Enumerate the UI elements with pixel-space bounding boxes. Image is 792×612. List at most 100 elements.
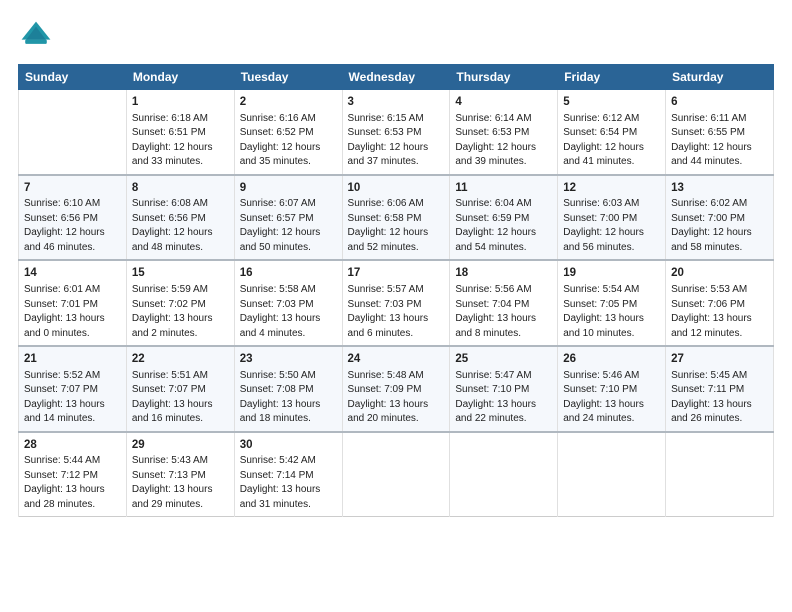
day-info: Sunrise: 5:47 AM Sunset: 7:10 PM Dayligh…: [455, 369, 552, 427]
day-info: Sunrise: 5:42 AM Sunset: 7:14 PM Dayligh…: [240, 454, 337, 512]
day-number: 8: [132, 180, 229, 197]
day-info: Sunrise: 6:03 AM Sunset: 7:00 PM Dayligh…: [563, 197, 660, 255]
day-info: Sunrise: 5:58 AM Sunset: 7:03 PM Dayligh…: [240, 283, 337, 341]
day-info: Sunrise: 5:50 AM Sunset: 7:08 PM Dayligh…: [240, 369, 337, 427]
calendar-cell: 23Sunrise: 5:50 AM Sunset: 7:08 PM Dayli…: [234, 346, 342, 432]
calendar-week-5: 28Sunrise: 5:44 AM Sunset: 7:12 PM Dayli…: [19, 432, 774, 517]
day-info: Sunrise: 5:43 AM Sunset: 7:13 PM Dayligh…: [132, 454, 229, 512]
day-number: 26: [563, 351, 660, 368]
cell-content: 5Sunrise: 6:12 AM Sunset: 6:54 PM Daylig…: [563, 94, 660, 170]
day-number: 10: [348, 180, 445, 197]
calendar-cell: 25Sunrise: 5:47 AM Sunset: 7:10 PM Dayli…: [450, 346, 558, 432]
cell-content: 17Sunrise: 5:57 AM Sunset: 7:03 PM Dayli…: [348, 265, 445, 341]
calendar-cell: 8Sunrise: 6:08 AM Sunset: 6:56 PM Daylig…: [126, 175, 234, 261]
calendar-cell: 15Sunrise: 5:59 AM Sunset: 7:02 PM Dayli…: [126, 260, 234, 346]
calendar-cell: 16Sunrise: 5:58 AM Sunset: 7:03 PM Dayli…: [234, 260, 342, 346]
day-number: 12: [563, 180, 660, 197]
cell-content: 6Sunrise: 6:11 AM Sunset: 6:55 PM Daylig…: [671, 94, 768, 170]
cell-content: 28Sunrise: 5:44 AM Sunset: 7:12 PM Dayli…: [24, 437, 121, 513]
day-number: 9: [240, 180, 337, 197]
calendar-cell: 14Sunrise: 6:01 AM Sunset: 7:01 PM Dayli…: [19, 260, 127, 346]
calendar-week-3: 14Sunrise: 6:01 AM Sunset: 7:01 PM Dayli…: [19, 260, 774, 346]
cell-content: 27Sunrise: 5:45 AM Sunset: 7:11 PM Dayli…: [671, 351, 768, 427]
day-info: Sunrise: 6:14 AM Sunset: 6:53 PM Dayligh…: [455, 112, 552, 170]
day-number: 21: [24, 351, 121, 368]
calendar-cell: 12Sunrise: 6:03 AM Sunset: 7:00 PM Dayli…: [558, 175, 666, 261]
day-number: 27: [671, 351, 768, 368]
cell-content: 11Sunrise: 6:04 AM Sunset: 6:59 PM Dayli…: [455, 180, 552, 256]
calendar-cell: 2Sunrise: 6:16 AM Sunset: 6:52 PM Daylig…: [234, 90, 342, 175]
calendar-week-1: 1Sunrise: 6:18 AM Sunset: 6:51 PM Daylig…: [19, 90, 774, 175]
day-number: 4: [455, 94, 552, 111]
logo-icon: [18, 18, 54, 54]
day-info: Sunrise: 6:07 AM Sunset: 6:57 PM Dayligh…: [240, 197, 337, 255]
calendar-cell: 1Sunrise: 6:18 AM Sunset: 6:51 PM Daylig…: [126, 90, 234, 175]
calendar-cell: 18Sunrise: 5:56 AM Sunset: 7:04 PM Dayli…: [450, 260, 558, 346]
day-info: Sunrise: 5:46 AM Sunset: 7:10 PM Dayligh…: [563, 369, 660, 427]
cell-content: 10Sunrise: 6:06 AM Sunset: 6:58 PM Dayli…: [348, 180, 445, 256]
day-number: 14: [24, 265, 121, 282]
calendar-cell: 5Sunrise: 6:12 AM Sunset: 6:54 PM Daylig…: [558, 90, 666, 175]
day-info: Sunrise: 5:56 AM Sunset: 7:04 PM Dayligh…: [455, 283, 552, 341]
cell-content: 14Sunrise: 6:01 AM Sunset: 7:01 PM Dayli…: [24, 265, 121, 341]
day-info: Sunrise: 6:12 AM Sunset: 6:54 PM Dayligh…: [563, 112, 660, 170]
cell-content: 20Sunrise: 5:53 AM Sunset: 7:06 PM Dayli…: [671, 265, 768, 341]
day-number: 15: [132, 265, 229, 282]
header-day-sunday: Sunday: [19, 65, 127, 90]
cell-content: 24Sunrise: 5:48 AM Sunset: 7:09 PM Dayli…: [348, 351, 445, 427]
day-info: Sunrise: 6:08 AM Sunset: 6:56 PM Dayligh…: [132, 197, 229, 255]
cell-content: 22Sunrise: 5:51 AM Sunset: 7:07 PM Dayli…: [132, 351, 229, 427]
calendar-cell: [19, 90, 127, 175]
calendar-cell: [666, 432, 774, 517]
day-number: 29: [132, 437, 229, 454]
day-number: 18: [455, 265, 552, 282]
logo: [18, 18, 58, 54]
cell-content: 25Sunrise: 5:47 AM Sunset: 7:10 PM Dayli…: [455, 351, 552, 427]
day-info: Sunrise: 6:06 AM Sunset: 6:58 PM Dayligh…: [348, 197, 445, 255]
header-day-friday: Friday: [558, 65, 666, 90]
day-info: Sunrise: 6:11 AM Sunset: 6:55 PM Dayligh…: [671, 112, 768, 170]
cell-content: 4Sunrise: 6:14 AM Sunset: 6:53 PM Daylig…: [455, 94, 552, 170]
cell-content: 13Sunrise: 6:02 AM Sunset: 7:00 PM Dayli…: [671, 180, 768, 256]
cell-content: 2Sunrise: 6:16 AM Sunset: 6:52 PM Daylig…: [240, 94, 337, 170]
day-number: 25: [455, 351, 552, 368]
day-info: Sunrise: 6:16 AM Sunset: 6:52 PM Dayligh…: [240, 112, 337, 170]
day-number: 2: [240, 94, 337, 111]
cell-content: 18Sunrise: 5:56 AM Sunset: 7:04 PM Dayli…: [455, 265, 552, 341]
cell-content: 12Sunrise: 6:03 AM Sunset: 7:00 PM Dayli…: [563, 180, 660, 256]
day-number: 16: [240, 265, 337, 282]
calendar-cell: 17Sunrise: 5:57 AM Sunset: 7:03 PM Dayli…: [342, 260, 450, 346]
day-info: Sunrise: 6:02 AM Sunset: 7:00 PM Dayligh…: [671, 197, 768, 255]
calendar-cell: 22Sunrise: 5:51 AM Sunset: 7:07 PM Dayli…: [126, 346, 234, 432]
calendar-week-2: 7Sunrise: 6:10 AM Sunset: 6:56 PM Daylig…: [19, 175, 774, 261]
header: [18, 18, 774, 54]
day-number: 11: [455, 180, 552, 197]
cell-content: 30Sunrise: 5:42 AM Sunset: 7:14 PM Dayli…: [240, 437, 337, 513]
cell-content: 3Sunrise: 6:15 AM Sunset: 6:53 PM Daylig…: [348, 94, 445, 170]
day-number: 13: [671, 180, 768, 197]
day-number: 6: [671, 94, 768, 111]
cell-content: 26Sunrise: 5:46 AM Sunset: 7:10 PM Dayli…: [563, 351, 660, 427]
calendar-week-4: 21Sunrise: 5:52 AM Sunset: 7:07 PM Dayli…: [19, 346, 774, 432]
calendar-cell: 28Sunrise: 5:44 AM Sunset: 7:12 PM Dayli…: [19, 432, 127, 517]
day-number: 3: [348, 94, 445, 111]
cell-content: 15Sunrise: 5:59 AM Sunset: 7:02 PM Dayli…: [132, 265, 229, 341]
calendar-cell: 7Sunrise: 6:10 AM Sunset: 6:56 PM Daylig…: [19, 175, 127, 261]
cell-content: 19Sunrise: 5:54 AM Sunset: 7:05 PM Dayli…: [563, 265, 660, 341]
cell-content: 7Sunrise: 6:10 AM Sunset: 6:56 PM Daylig…: [24, 180, 121, 256]
cell-content: 9Sunrise: 6:07 AM Sunset: 6:57 PM Daylig…: [240, 180, 337, 256]
calendar-cell: 9Sunrise: 6:07 AM Sunset: 6:57 PM Daylig…: [234, 175, 342, 261]
day-number: 5: [563, 94, 660, 111]
calendar-cell: 13Sunrise: 6:02 AM Sunset: 7:00 PM Dayli…: [666, 175, 774, 261]
day-number: 28: [24, 437, 121, 454]
calendar-cell: 4Sunrise: 6:14 AM Sunset: 6:53 PM Daylig…: [450, 90, 558, 175]
header-day-monday: Monday: [126, 65, 234, 90]
day-number: 22: [132, 351, 229, 368]
day-number: 23: [240, 351, 337, 368]
day-info: Sunrise: 6:18 AM Sunset: 6:51 PM Dayligh…: [132, 112, 229, 170]
calendar-cell: 21Sunrise: 5:52 AM Sunset: 7:07 PM Dayli…: [19, 346, 127, 432]
day-info: Sunrise: 5:53 AM Sunset: 7:06 PM Dayligh…: [671, 283, 768, 341]
calendar-cell: 11Sunrise: 6:04 AM Sunset: 6:59 PM Dayli…: [450, 175, 558, 261]
day-number: 17: [348, 265, 445, 282]
day-info: Sunrise: 5:48 AM Sunset: 7:09 PM Dayligh…: [348, 369, 445, 427]
